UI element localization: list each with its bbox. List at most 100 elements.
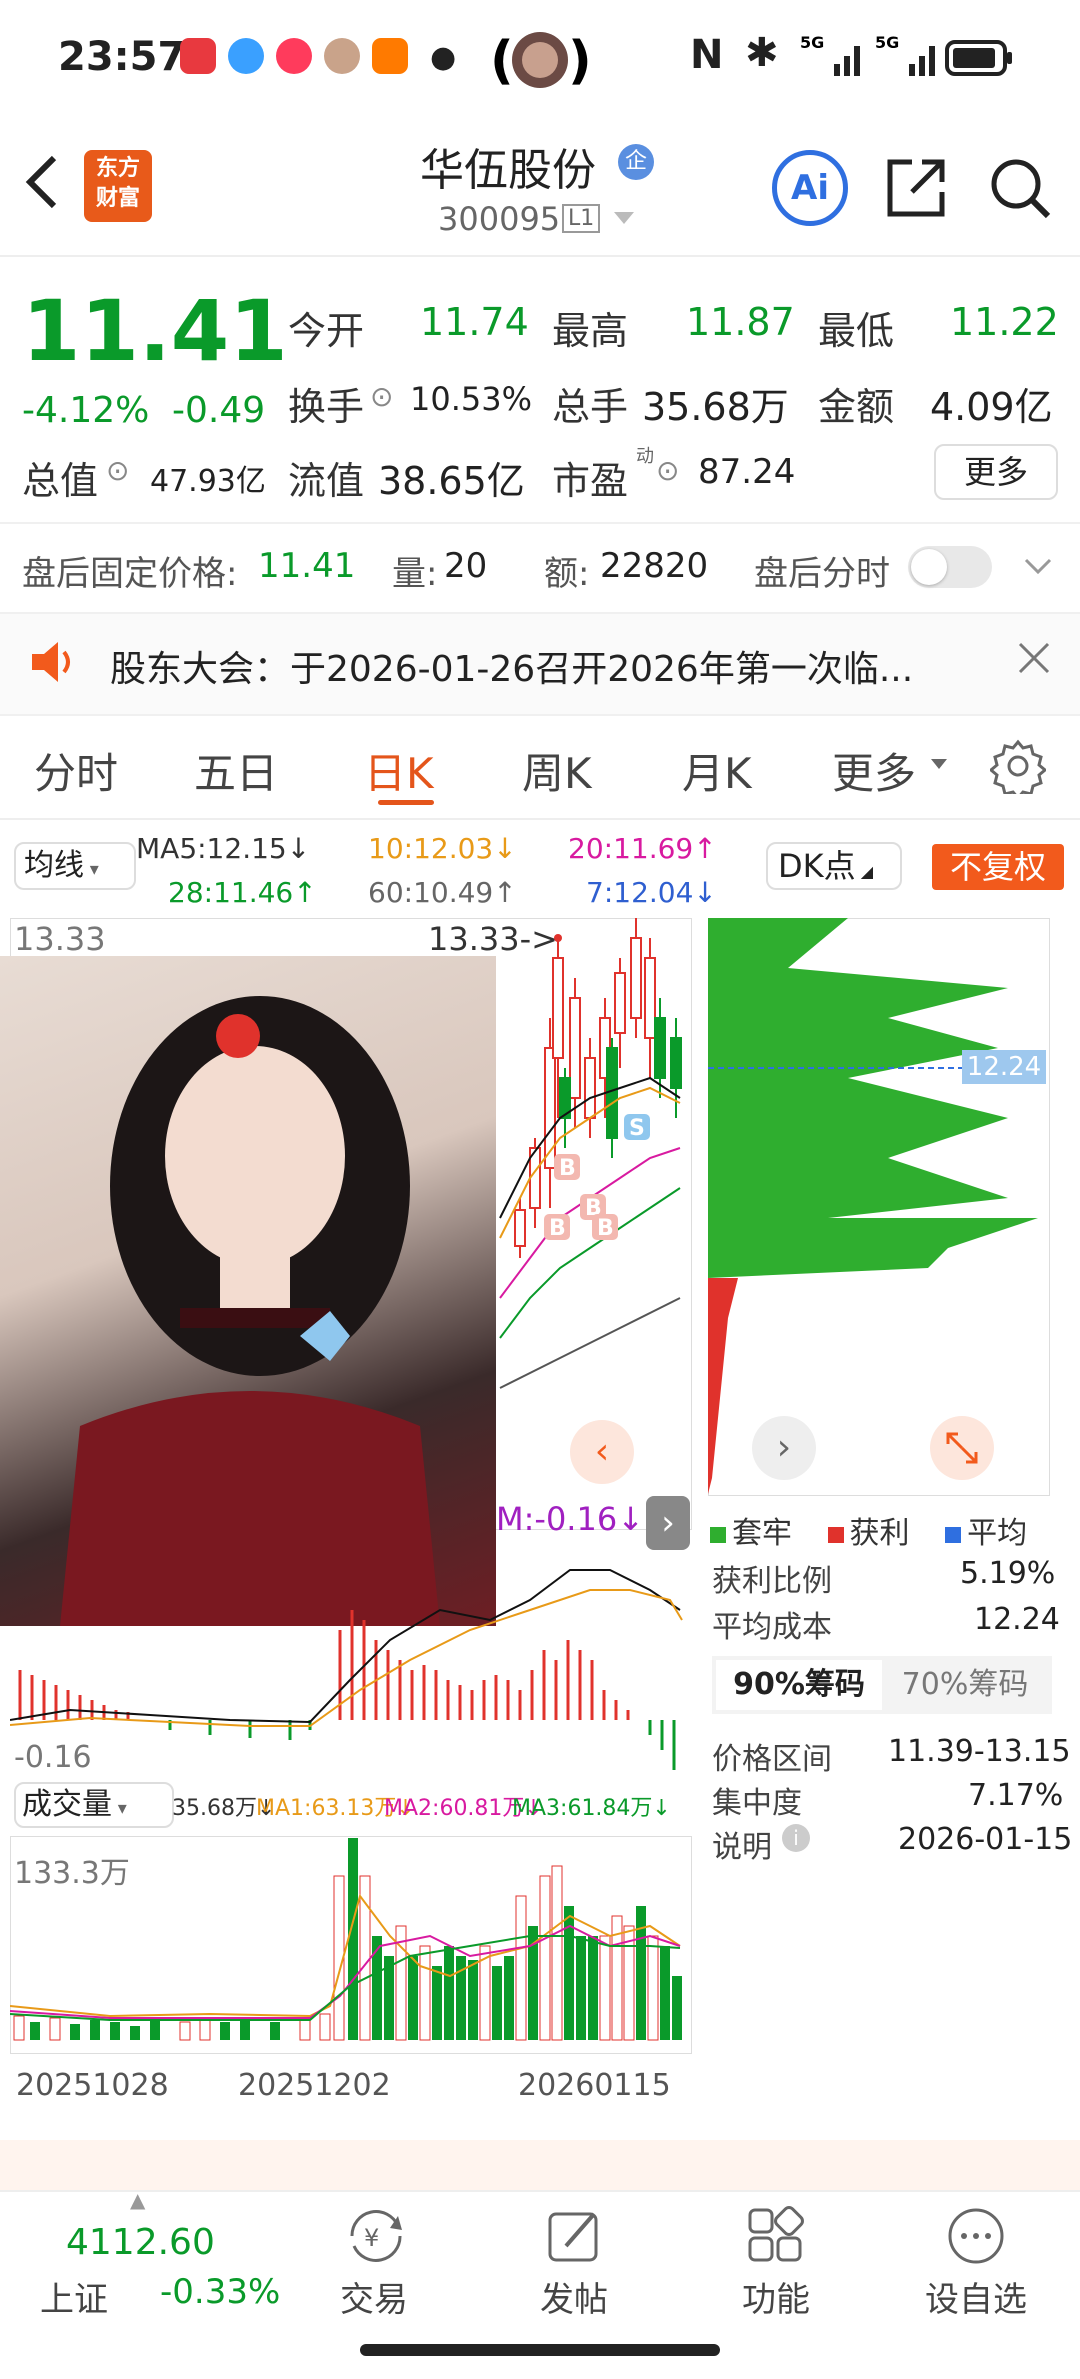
tab-daily-k[interactable]: 日K [364,740,434,801]
svg-text:B: B [549,1216,566,1241]
adjust-button[interactable]: 不复权 [932,844,1064,890]
open-label: 今开 [288,309,365,353]
more-icon[interactable] [946,2206,1006,2270]
chevron-down-icon[interactable] [1022,554,1054,582]
dk-label: DK点 [778,847,856,885]
info-icon[interactable]: ⊙ [370,380,393,413]
edit-icon[interactable] [544,2206,604,2270]
chip-legend: 套牢 获利 平均 [710,1508,1027,1552]
high-value: 11.87 [686,300,795,344]
svg-text:): ) [568,31,590,91]
profit-ratio-value: 5.19% [960,1556,1056,1591]
share-icon[interactable] [884,156,948,224]
high-label: 最高 [552,309,629,353]
change-pct: -4.12% [22,390,150,431]
chevron-down-icon: ◢ [855,862,874,881]
pe-sup: 动 [636,446,654,467]
close-icon[interactable] [1016,640,1052,680]
signal-icon: 5G [800,33,866,82]
svg-text:5G: 5G [800,34,824,52]
logo-text: 东方 [95,156,140,181]
legend-label: 套牢 [732,1516,792,1551]
search-icon[interactable] [988,156,1052,224]
svg-text:(: ( [490,31,514,91]
avg-price-tag: 12.24 [962,1050,1046,1084]
ma-selector[interactable]: 均线 ▾ [14,842,136,890]
info-icon[interactable]: i [782,1824,810,1852]
notice-text[interactable]: 股东大会：于2026-01-26召开2026年第一次临... [110,640,913,692]
note-label: 说明 [712,1830,772,1865]
after-hours-vol: 20 [444,546,488,586]
enterprise-badge: 企 [618,144,654,180]
open-value: 11.74 [420,300,529,344]
volume-label: 总手 [552,385,629,429]
ai-button[interactable]: Ai [772,150,848,226]
macd-chart [10,1569,683,1770]
active-tab-indicator [378,800,434,805]
chip-svg [708,918,1048,1494]
tab-5day[interactable]: 五日 [194,740,278,801]
tab-intraday[interactable]: 分时 [34,740,118,801]
after-hours-label: 盘后固定价格: [22,554,238,594]
app-notification-icon [324,38,360,74]
divider [0,818,1080,820]
mktcap-value: 47.93亿 [150,464,266,499]
app-notification-icon [372,38,408,74]
index-change[interactable]: -0.33% [160,2272,280,2312]
after-hours-toggle[interactable] [908,546,992,588]
ma5-value: MA5:12.15↓ [136,832,311,865]
after-hours-price: 11.41 [258,546,356,586]
legend-swatch [710,1527,726,1543]
chevron-down-icon [930,756,948,775]
trade-icon[interactable]: ¥ [340,2206,412,2270]
divider [0,522,1080,524]
logo-text: 财富 [95,186,140,211]
volume-ma3: MA3:61.84万↓ [512,1796,671,1821]
back-icon[interactable] [22,152,62,216]
chevron-left-icon[interactable]: ‹ [570,1420,634,1484]
volume-value: 35.68万 [642,385,789,429]
float-label: 流值 [288,459,365,503]
expand-icon[interactable] [930,1416,994,1480]
chevron-down-icon[interactable] [612,208,636,232]
date-label: 20251028 [16,2068,169,2103]
nav-watchlist[interactable]: 设自选 [906,2272,1046,2321]
chevron-right-icon[interactable]: › [646,1496,690,1550]
gear-icon[interactable] [988,738,1048,801]
tab-chip-70[interactable]: 70%筹码 [882,1660,1048,1710]
dk-button[interactable]: DK点 ◢ [766,842,902,890]
nav-post[interactable]: 发帖 [504,2272,644,2321]
nav-functions[interactable]: 功能 [706,2272,846,2321]
volume-selector[interactable]: 成交量 ▾ [14,1782,174,1828]
tab-weekly-k[interactable]: 周K [522,740,592,801]
price-range-value: 11.39-13.15 [888,1734,1071,1769]
chevron-right-icon[interactable]: › [752,1416,816,1480]
app-logo: 东方 财富 [84,150,152,222]
level-badge: L1 [562,204,601,233]
legend-label: 平均 [967,1516,1028,1551]
index-name[interactable]: 上证 [40,2272,108,2321]
svg-text:B: B [597,1216,614,1241]
info-icon[interactable]: ⊙ [106,454,129,487]
turnover-label: 换手 [288,385,365,429]
buy-marker: B [559,1156,576,1181]
status-time: 23:57 [58,34,186,80]
floating-video-overlay[interactable] [0,956,496,1626]
svg-text:S: S [629,1116,645,1141]
more-button[interactable]: 更多 [934,444,1058,500]
tab-monthly-k[interactable]: 月K [682,740,752,801]
date-label: 20260115 [518,2068,671,2103]
price-range-label: 价格区间 [712,1742,832,1777]
nav-trade[interactable]: 交易 [304,2272,444,2321]
concentration-value: 7.17% [968,1778,1064,1813]
tab-chip-90[interactable]: 90%筹码 [716,1660,882,1710]
caret-up-icon: ▲ [130,2188,146,2212]
tab-more[interactable]: 更多 [832,740,916,801]
legend-label: 获利 [849,1516,910,1551]
turnover-value: 10.53% [410,380,533,418]
grid-icon[interactable] [746,2206,806,2270]
info-icon[interactable]: ⊙ [656,454,679,487]
ma20-value: 20:11.69↑ [568,832,717,865]
index-value[interactable]: 4112.60 [66,2222,215,2263]
after-hours-vol-label: 量: [392,554,438,594]
